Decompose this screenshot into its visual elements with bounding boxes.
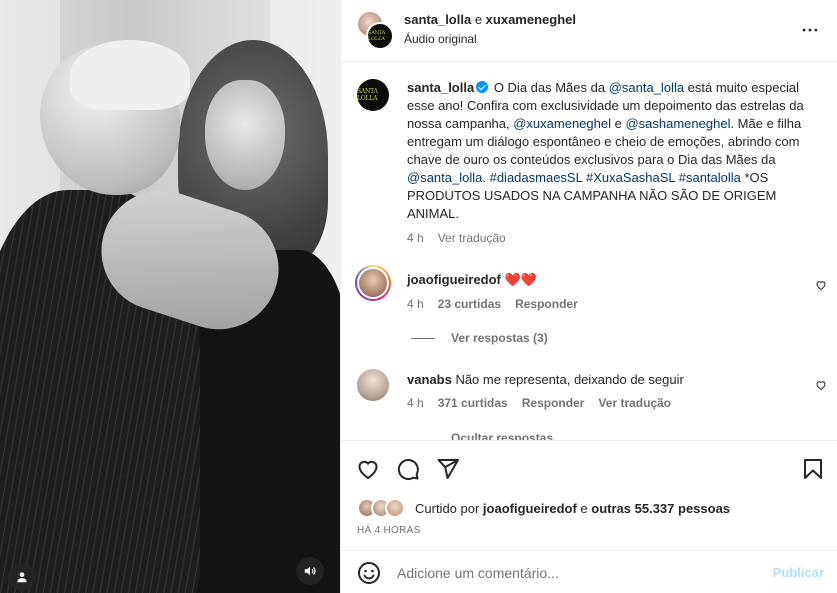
avatar[interactable]: SANTA LOLLA bbox=[357, 79, 389, 111]
emoji-icon[interactable] bbox=[357, 561, 381, 585]
avatar-image bbox=[357, 267, 389, 299]
user-tag-icon bbox=[17, 572, 27, 583]
comment-item: joaofigueiredof ❤️❤️ 4 h 23 curtidas Respo… bbox=[355, 265, 827, 357]
view-replies-label[interactable]: Ver respostas (3) bbox=[451, 331, 548, 345]
author-link[interactable]: santa_lolla bbox=[404, 12, 471, 27]
save-button[interactable] bbox=[800, 456, 826, 482]
translate-link[interactable]: Ver tradução bbox=[438, 231, 506, 245]
mute-toggle-button[interactable] bbox=[296, 557, 324, 585]
heart-icon bbox=[358, 460, 378, 480]
comment-body: Não me representa, deixando de seguir bbox=[455, 372, 684, 387]
collab-avatars[interactable]: SANTA LOLLA bbox=[356, 10, 396, 50]
comment-meta: 4 h 23 curtidas Responder bbox=[407, 297, 592, 311]
post-timestamp[interactable]: HÁ 4 HORAS bbox=[357, 525, 421, 536]
liked-by-joiner: e bbox=[576, 501, 592, 516]
mention-link[interactable]: @santa_lolla bbox=[407, 170, 482, 185]
comment-likes[interactable]: 371 curtidas bbox=[438, 396, 508, 410]
brand-logo: SANTA LOLLA bbox=[368, 30, 386, 42]
comment-text: vanabs Não me representa, deixando de se… bbox=[407, 371, 817, 389]
like-button[interactable] bbox=[355, 456, 381, 482]
caption-time: 4 h bbox=[407, 231, 424, 245]
share-icon bbox=[437, 459, 459, 479]
post-actions: Curtido por joaofigueiredof e outras 55.… bbox=[341, 440, 837, 550]
user-tag-button[interactable] bbox=[8, 563, 36, 591]
caption-segment: O Dia das Mães da bbox=[490, 80, 609, 95]
post-details-panel: SANTA LOLLA santa_lolla e xuxameneghel Á… bbox=[340, 0, 837, 593]
comment-item: vanabs Não me representa, deixando de se… bbox=[357, 369, 827, 440]
share-button[interactable] bbox=[435, 456, 461, 482]
reply-button[interactable]: Responder bbox=[522, 396, 585, 410]
liked-by-user-link[interactable]: joaofigueiredof bbox=[483, 501, 577, 516]
comments-list[interactable]: SANTA LOLLA santa_lolla O Dia das Mães d… bbox=[341, 63, 837, 440]
avatar[interactable] bbox=[355, 265, 391, 301]
photo-subject-short-hair bbox=[70, 40, 190, 110]
comment-time: 4 h bbox=[407, 297, 424, 311]
avatar[interactable] bbox=[357, 369, 389, 401]
liked-by-text: Curtido por joaofigueiredof e outras 55.… bbox=[415, 501, 730, 516]
brand-logo: SANTA LOLLA bbox=[357, 88, 378, 102]
mention-link[interactable]: @xuxameneghel bbox=[513, 116, 611, 131]
comment-likes[interactable]: 23 curtidas bbox=[438, 297, 501, 311]
comment-icon bbox=[397, 459, 419, 480]
reply-button[interactable]: Responder bbox=[515, 297, 578, 311]
avatar[interactable]: SANTA LOLLA bbox=[366, 22, 394, 50]
comment-meta: 4 h 371 curtidas Responder Ver tradução bbox=[407, 396, 685, 410]
comment-username[interactable]: vanabs bbox=[407, 372, 452, 387]
comment-time: 4 h bbox=[407, 396, 424, 410]
caption-segment: . bbox=[482, 170, 490, 185]
comment-input[interactable] bbox=[397, 563, 747, 583]
post-media[interactable] bbox=[0, 0, 340, 593]
comment-body: ❤️❤️ bbox=[504, 272, 537, 287]
bookmark-icon bbox=[804, 459, 822, 479]
translate-link[interactable]: Ver tradução bbox=[598, 396, 671, 410]
post-authors: santa_lolla e xuxameneghel bbox=[404, 12, 576, 27]
comment-like-icon[interactable] bbox=[815, 379, 827, 391]
verified-badge-icon bbox=[476, 81, 489, 93]
more-horizontal-icon bbox=[802, 28, 818, 32]
comment-username[interactable]: joaofigueiredof bbox=[407, 272, 501, 287]
post-header: SANTA LOLLA santa_lolla e xuxameneghel Á… bbox=[341, 0, 837, 62]
comment-like-icon[interactable] bbox=[815, 279, 827, 291]
authors-joiner: e bbox=[471, 12, 486, 27]
hashtag-link[interactable]: #diadasmaesSL bbox=[490, 170, 583, 185]
post-comment-button[interactable]: Publicar bbox=[773, 565, 824, 580]
hide-replies-button[interactable]: Ocultar respostas bbox=[451, 431, 553, 440]
mention-link[interactable]: @santa_lolla bbox=[609, 80, 684, 95]
speaker-icon bbox=[304, 566, 316, 576]
comment-composer: Publicar bbox=[341, 550, 837, 593]
replies-divider bbox=[411, 338, 435, 340]
caption-segment: e bbox=[611, 116, 626, 131]
hashtag-link[interactable]: #XuxaSashaSL bbox=[586, 170, 675, 185]
avatar bbox=[385, 498, 405, 518]
hashtag-link[interactable]: #santalolla bbox=[679, 170, 741, 185]
comment-text: joaofigueiredof ❤️❤️ bbox=[407, 271, 817, 289]
audio-label[interactable]: Áudio original bbox=[404, 32, 477, 46]
caption-text: santa_lolla O Dia das Mães da @santa_lol… bbox=[407, 79, 817, 223]
mention-link[interactable]: @sashameneghel bbox=[625, 116, 730, 131]
liked-by-prefix: Curtido por bbox=[415, 501, 483, 516]
author-link[interactable]: xuxameneghel bbox=[486, 12, 576, 27]
view-replies-button[interactable]: Ver respostas (3) bbox=[411, 331, 548, 345]
caption-meta: 4 h Ver tradução bbox=[407, 231, 520, 245]
comment-button[interactable] bbox=[395, 456, 421, 482]
likes-count-link[interactable]: outras 55.337 pessoas bbox=[591, 501, 730, 516]
photo-subject-face bbox=[205, 80, 285, 190]
caption-username[interactable]: santa_lolla bbox=[407, 80, 474, 95]
more-options-button[interactable] bbox=[798, 18, 822, 42]
caption: SANTA LOLLA santa_lolla O Dia das Mães d… bbox=[357, 79, 827, 249]
